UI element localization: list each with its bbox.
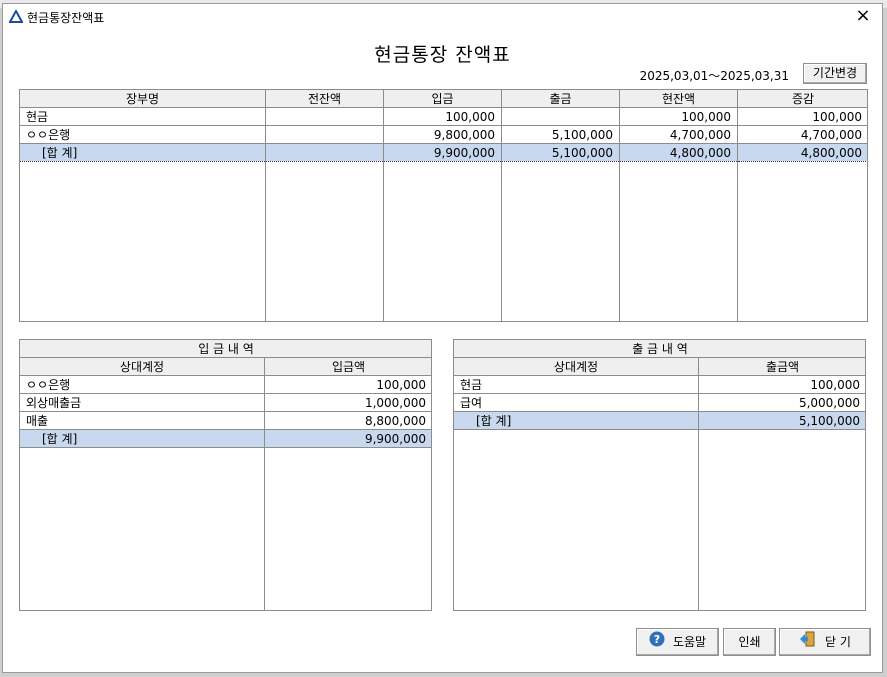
page-title: 현금통장 잔액표 bbox=[374, 44, 511, 66]
total-label: [합 계] bbox=[454, 411, 699, 430]
counter-account: 외상매출금 bbox=[20, 393, 265, 412]
total-row[interactable]: [합 계] 9,900,000 5,100,000 4,800,000 4,80… bbox=[20, 143, 867, 162]
counter-account: 급여 bbox=[454, 393, 699, 412]
column-header: 입금 bbox=[383, 90, 502, 108]
close-button[interactable]: 닫 기 bbox=[779, 628, 871, 656]
table-header-row: 장부명 전잔액 입금 출금 현잔액 증감 bbox=[20, 90, 867, 108]
change-amount: 4,700,000 bbox=[737, 125, 867, 144]
current-balance: 4,700,000 bbox=[619, 125, 738, 144]
balance-table: 장부명 전잔액 입금 출금 현잔액 증감 현금 100,000 100,000 … bbox=[20, 90, 867, 162]
change-amount: 4,800,000 bbox=[737, 143, 867, 162]
table-row[interactable]: 현금 100,000 100,000 100,000 bbox=[20, 107, 867, 126]
column-header: 증감 bbox=[737, 90, 867, 108]
deposit-amount: 8,800,000 bbox=[263, 411, 431, 430]
table-row[interactable]: 현금 100,000 bbox=[454, 375, 865, 394]
column-header: 현잔액 bbox=[619, 90, 738, 108]
balance-table-frame: 장부명 전잔액 입금 출금 현잔액 증감 현금 100,000 100,000 … bbox=[19, 89, 868, 322]
column-header: 입금액 bbox=[263, 357, 431, 376]
withdrawal-total: 5,100,000 bbox=[697, 411, 865, 430]
column-header: 출금 bbox=[501, 90, 620, 108]
deposits-title: 입 금 내 역 bbox=[20, 340, 431, 358]
deposits-table: 입 금 내 역 상대계정 입금액 ㅇㅇ은행 100,000 외상매출금 1,00… bbox=[20, 340, 431, 448]
table-row[interactable]: ㅇㅇ은행 9,800,000 5,100,000 4,700,000 4,700… bbox=[20, 125, 867, 144]
counter-account: 매출 bbox=[20, 411, 265, 430]
deposit-amount: 1,000,000 bbox=[263, 393, 431, 412]
column-header: 전잔액 bbox=[265, 90, 384, 108]
deposit-amount: 100,000 bbox=[383, 107, 502, 126]
table-row[interactable]: 급여 5,000,000 bbox=[454, 393, 865, 412]
window-close-button[interactable]: × bbox=[852, 5, 874, 27]
help-label: 도움말 bbox=[672, 635, 707, 649]
deposit-total: 9,900,000 bbox=[263, 429, 431, 448]
window-title: 현금통장잔액표 bbox=[27, 11, 105, 25]
change-period-button[interactable]: 기간변경 bbox=[803, 63, 867, 84]
close-label: 닫 기 bbox=[825, 635, 851, 649]
column-header: 장부명 bbox=[20, 90, 266, 108]
change-amount: 100,000 bbox=[737, 107, 867, 126]
previous-balance bbox=[265, 107, 384, 126]
table-row[interactable]: 매출 8,800,000 bbox=[20, 411, 431, 430]
previous-balance bbox=[265, 125, 384, 144]
ledger-name: 현금 bbox=[20, 107, 266, 126]
deposit-amount: 100,000 bbox=[263, 375, 431, 394]
exit-door-icon bbox=[799, 630, 817, 656]
withdrawals-table: 출 금 내 역 상대계정 출금액 현금 100,000 급여 5,000,000… bbox=[454, 340, 865, 430]
total-row[interactable]: [합 계] 9,900,000 bbox=[20, 429, 431, 448]
total-label: [합 계] bbox=[20, 429, 265, 448]
withdrawal-amount: 5,000,000 bbox=[697, 393, 865, 412]
table-header-row: 상대계정 입금액 bbox=[20, 357, 431, 376]
column-header: 상대계정 bbox=[454, 357, 699, 376]
withdrawals-title: 출 금 내 역 bbox=[454, 340, 865, 358]
table-row[interactable]: 외상매출금 1,000,000 bbox=[20, 393, 431, 412]
table-header-row: 상대계정 출금액 bbox=[454, 357, 865, 376]
deposits-panel: 입 금 내 역 상대계정 입금액 ㅇㅇ은행 100,000 외상매출금 1,00… bbox=[19, 339, 432, 611]
deposit-amount: 9,900,000 bbox=[383, 143, 502, 162]
period-range: 2025,03,01～2025,03,31 bbox=[639, 69, 789, 83]
column-header: 상대계정 bbox=[20, 357, 265, 376]
title-bar: 현금통장잔액표 × bbox=[3, 4, 882, 30]
dialog-window: 현금통장잔액표 × 현금통장 잔액표 2025,03,01～2025,03,31… bbox=[2, 3, 883, 673]
withdrawal-amount: 5,100,000 bbox=[501, 143, 620, 162]
counter-account: 현금 bbox=[454, 375, 699, 394]
print-button[interactable]: 인쇄 bbox=[723, 628, 776, 656]
withdrawals-panel: 출 금 내 역 상대계정 출금액 현금 100,000 급여 5,000,000… bbox=[453, 339, 866, 611]
help-button[interactable]: ? 도움말 bbox=[636, 628, 719, 656]
question-circle-icon: ? bbox=[649, 630, 665, 656]
column-header: 출금액 bbox=[697, 357, 865, 376]
withdrawal-amount: 100,000 bbox=[697, 375, 865, 394]
total-row[interactable]: [합 계] 5,100,000 bbox=[454, 411, 865, 430]
counter-account: ㅇㅇ은행 bbox=[20, 375, 265, 394]
table-row[interactable]: ㅇㅇ은행 100,000 bbox=[20, 375, 431, 394]
app-triangle-icon bbox=[8, 8, 24, 26]
ledger-name: ㅇㅇ은행 bbox=[20, 125, 266, 144]
total-label: [합 계] bbox=[20, 143, 266, 162]
current-balance: 100,000 bbox=[619, 107, 738, 126]
current-balance: 4,800,000 bbox=[619, 143, 738, 162]
svg-text:?: ? bbox=[654, 633, 660, 646]
previous-balance bbox=[265, 143, 384, 162]
deposit-amount: 9,800,000 bbox=[383, 125, 502, 144]
withdrawal-amount bbox=[501, 107, 620, 126]
withdrawal-amount: 5,100,000 bbox=[501, 125, 620, 144]
